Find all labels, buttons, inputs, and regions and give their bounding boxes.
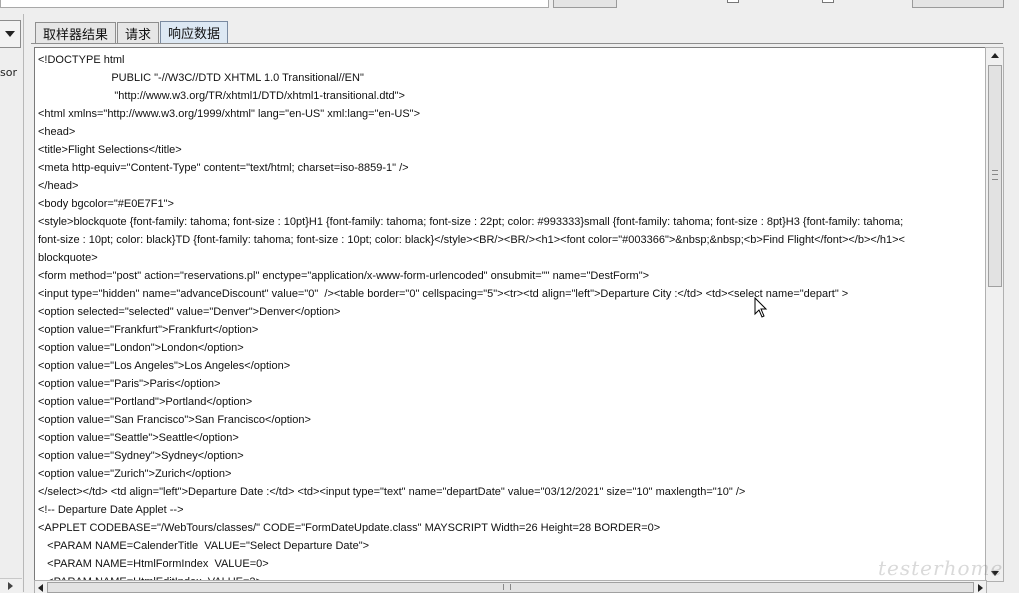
response-line: font-size : 10pt; color: black}TD {font-…	[38, 234, 905, 246]
tab-response-data[interactable]: 响应数据	[160, 21, 229, 43]
tab-request[interactable]: 请求	[117, 22, 160, 43]
horizontal-scrollbar[interactable]	[34, 580, 987, 593]
horizontal-scroll-thumb[interactable]	[47, 582, 974, 593]
response-line: <option value="Sydney">Sydney</option>	[38, 450, 244, 462]
response-line: blockquote>	[38, 252, 98, 264]
arrow-right-icon[interactable]	[978, 584, 983, 592]
response-line: <option value="Zurich">Zurich</option>	[38, 468, 232, 480]
top-checkbox-1[interactable]	[727, 0, 739, 3]
response-line: <meta http-equiv="Content-Type" content=…	[38, 162, 409, 174]
response-line: <!DOCTYPE html	[38, 54, 125, 66]
grip-icon	[992, 170, 998, 180]
response-line: <option value="San Francisco">San Franci…	[38, 414, 311, 426]
response-line: PUBLIC "-//W3C//DTD XHTML 1.0 Transition…	[38, 72, 364, 84]
tab-baseline	[31, 43, 1003, 44]
split-pane-divider[interactable]	[25, 14, 30, 592]
response-line: <html xmlns="http://www.w3.org/1999/xhtm…	[38, 108, 421, 120]
response-line: <input type="hidden" name="advanceDiscou…	[38, 288, 849, 300]
watermark: testerhome	[878, 556, 1004, 580]
response-line: <option value="London">London</option>	[38, 342, 244, 354]
top-button[interactable]	[553, 0, 617, 8]
response-line: <APPLET CODEBASE="/WebTours/classes/" CO…	[38, 522, 661, 534]
top-checkbox-2[interactable]	[822, 0, 834, 3]
scroll-left-icon[interactable]	[8, 582, 13, 590]
result-tabs: 取样器结果 请求 响应数据	[35, 21, 229, 43]
tab-sampler-result[interactable]: 取样器结果	[35, 22, 117, 43]
response-line: <title>Flight Selections</title>	[38, 144, 182, 156]
left-pane-label: sor	[0, 66, 17, 79]
response-text: <!DOCTYPE html PUBLIC "-//W3C//DTD XHTML…	[38, 51, 905, 581]
response-line: <option value="Frankfurt">Frankfurt</opt…	[38, 324, 259, 336]
response-text-area[interactable]: <!DOCTYPE html PUBLIC "-//W3C//DTD XHTML…	[34, 47, 987, 582]
response-line: <body bgcolor="#E0E7F1">	[38, 198, 174, 210]
response-line: <option selected="selected" value="Denve…	[38, 306, 341, 318]
response-line: "http://www.w3.org/TR/xhtml1/DTD/xhtml1-…	[38, 90, 405, 102]
arrow-up-icon	[990, 53, 999, 58]
response-line: <option value="Paris">Paris</option>	[38, 378, 221, 390]
response-line: <option value="Portland">Portland</optio…	[38, 396, 253, 408]
response-line: <option value="Los Angeles">Los Angeles<…	[38, 360, 291, 372]
response-line: <!-- Departure Date Applet -->	[38, 504, 184, 516]
response-line: <style>blockquote {font-family: tahoma; …	[38, 216, 904, 228]
scroll-up-button[interactable]	[986, 48, 1003, 63]
arrow-left-icon[interactable]	[38, 584, 43, 592]
response-line: <option value="Seattle">Seattle</option>	[38, 432, 239, 444]
renderer-dropdown[interactable]	[0, 20, 21, 48]
vertical-scroll-thumb[interactable]	[988, 65, 1002, 287]
chevron-down-icon	[5, 31, 15, 37]
response-line: </select></td> <td align="left">Departur…	[38, 486, 746, 498]
mouse-pointer-icon	[754, 297, 768, 318]
response-line: <PARAM NAME=CalenderTitle VALUE="Select …	[38, 540, 370, 552]
response-line: <form method="post" action="reservations…	[38, 270, 650, 282]
result-tree-pane	[0, 14, 24, 592]
top-button-right[interactable]	[912, 0, 1004, 8]
vertical-scrollbar[interactable]	[985, 47, 1004, 582]
top-text-field[interactable]	[0, 0, 549, 8]
response-line: <head>	[38, 126, 76, 138]
response-line: <PARAM NAME=HtmlFormIndex VALUE=0>	[38, 558, 269, 570]
response-line: </head>	[38, 180, 79, 192]
grip-icon	[503, 584, 511, 590]
